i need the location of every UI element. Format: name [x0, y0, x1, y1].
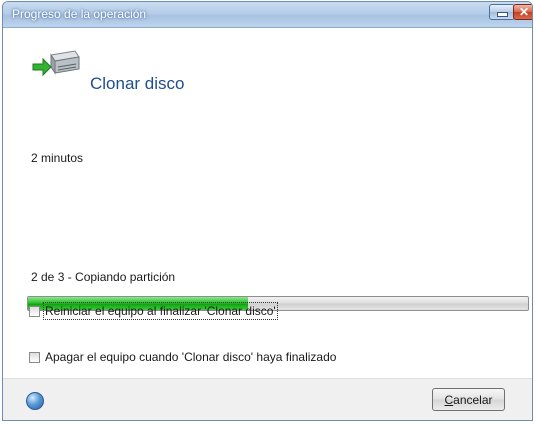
restart-option[interactable]: Reiniciar el equipo al finalizar 'Clonar…: [29, 302, 278, 320]
clone-disk-icon: [32, 50, 80, 77]
minimize-icon: [496, 12, 508, 17]
restart-checkbox[interactable]: [29, 305, 40, 317]
operation-progress-window: Progreso de la operación ✕ Clonar disco …: [2, 1, 533, 421]
help-icon[interactable]: [26, 392, 44, 410]
step-status: 2 de 3 - Copiando partición: [31, 270, 176, 284]
cancel-button[interactable]: Cancelar: [432, 388, 505, 411]
time-remaining: 2 minutos: [31, 151, 84, 165]
close-button[interactable]: ✕: [513, 4, 532, 20]
shutdown-label[interactable]: Apagar el equipo cuando 'Clonar disco' h…: [45, 350, 336, 364]
operation-title: Clonar disco: [90, 74, 185, 93]
window-title: Progreso de la operación: [12, 7, 147, 21]
cancel-label: ancelar: [453, 392, 493, 407]
shutdown-option[interactable]: Apagar el equipo cuando 'Clonar disco' h…: [29, 350, 336, 364]
restart-label[interactable]: Reiniciar el equipo al finalizar 'Clonar…: [43, 302, 278, 320]
dialog-footer: Cancelar: [3, 378, 532, 420]
minimize-button[interactable]: [489, 4, 515, 20]
close-icon: ✕: [518, 5, 530, 19]
title-bar[interactable]: Progreso de la operación ✕: [3, 2, 532, 28]
shutdown-checkbox[interactable]: [29, 351, 40, 363]
dialog-content: Clonar disco 2 minutos 2 de 3 - Copiando…: [3, 28, 532, 379]
cancel-mnemonic: C: [444, 392, 454, 407]
